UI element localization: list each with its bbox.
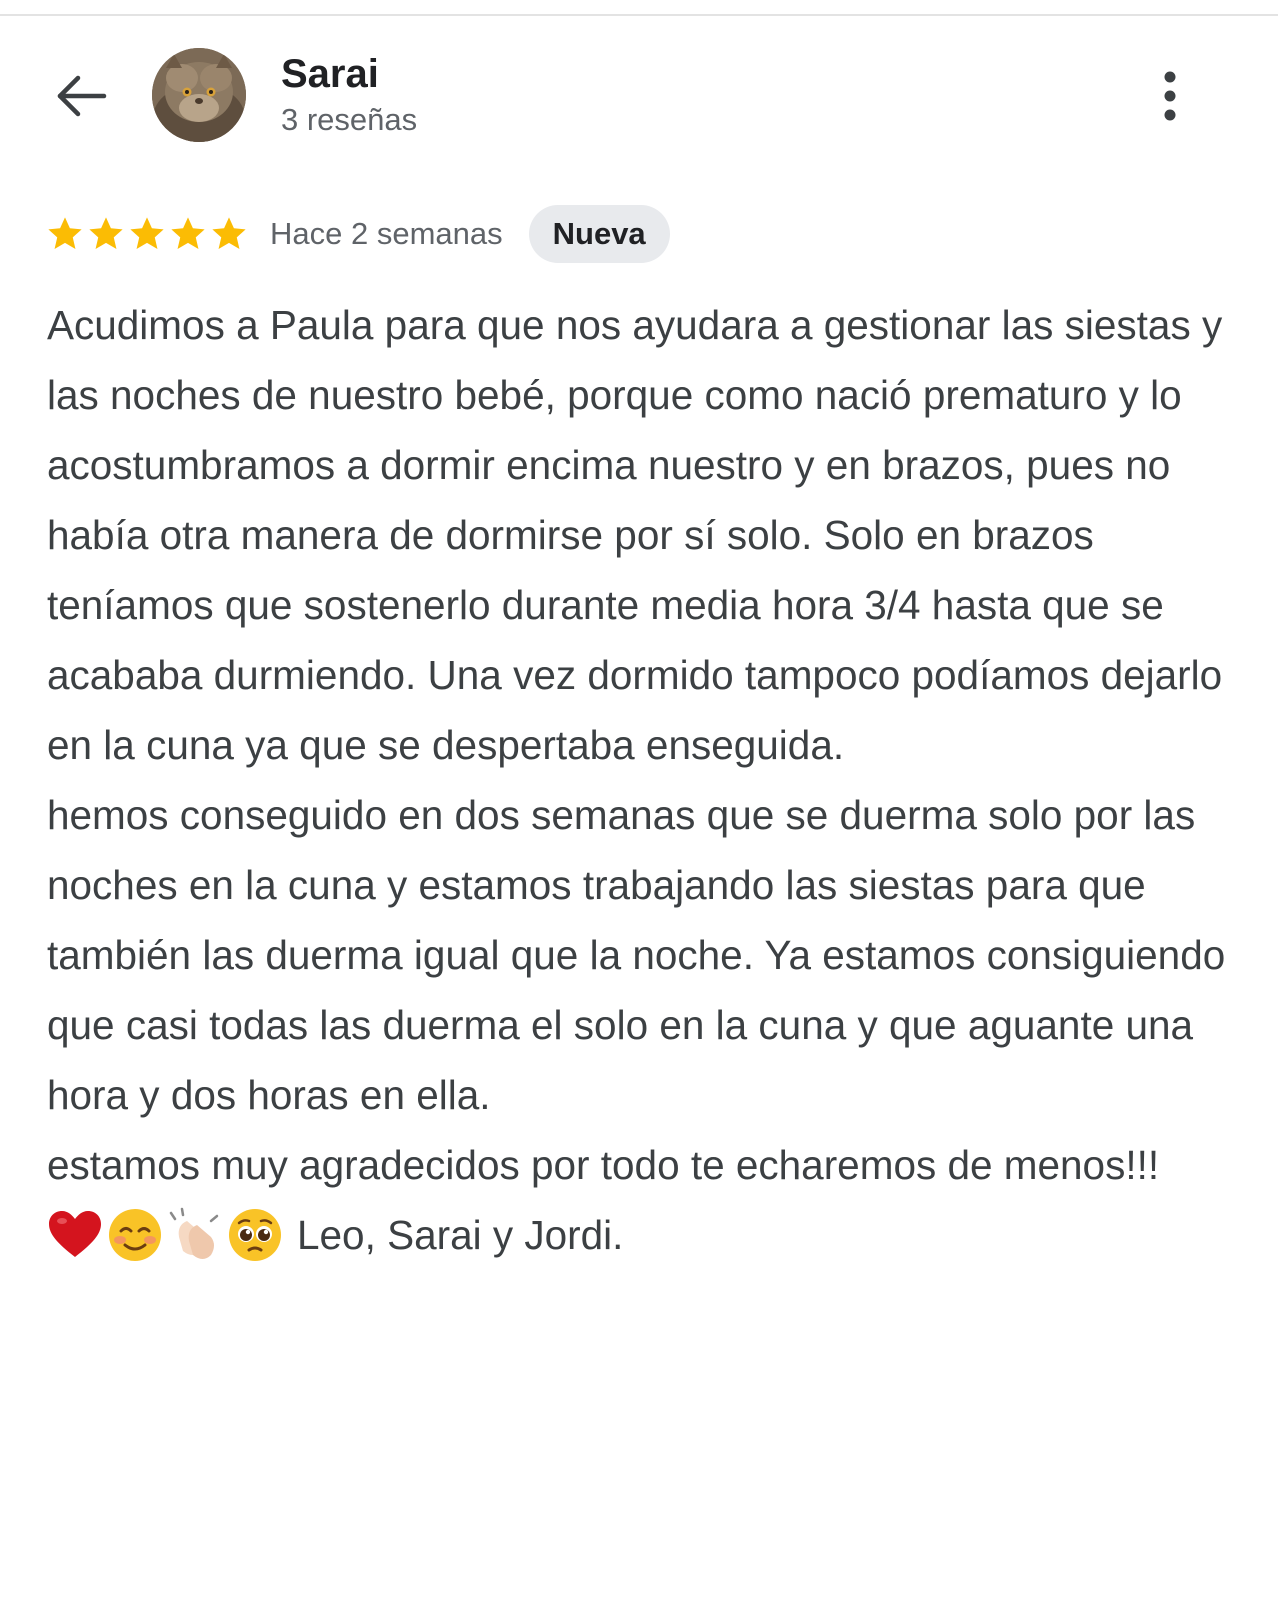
arrow-left-icon [57,75,107,117]
top-divider [0,14,1278,16]
more-options-button[interactable] [1150,68,1194,124]
star-rating [46,215,248,253]
review-date: Hace 2 semanas [270,216,503,251]
clapping-hands-icon [167,1207,223,1263]
review-signature: Leo, Sarai y Jordi. [297,1212,624,1258]
review-paragraph: Acudimos a Paula para que nos ayudara a … [47,302,1223,768]
more-vertical-icon [1164,71,1176,121]
star-icon [171,217,205,250]
review-paragraph: estamos muy agradecidos por todo te echa… [47,1142,1160,1188]
new-badge: Nueva [528,205,670,263]
star-icon [48,217,82,250]
reviewer-review-count[interactable]: 3 reseñas [281,100,417,140]
avatar-cat-image [152,48,246,142]
red-heart-icon [47,1207,103,1263]
star-icon [130,217,164,250]
review-paragraph: hemos conseguido en dos semanas que se d… [47,792,1226,1118]
review-meta: Hace 2 semanas Nueva [46,204,670,264]
avatar[interactable] [152,48,246,142]
pleading-face-icon [227,1207,283,1263]
star-icon [89,217,123,250]
reviewer-name[interactable]: Sarai [281,52,379,96]
smiling-face-icon [107,1207,163,1263]
review-signature-line: Leo, Sarai y Jordi. [47,1200,1247,1270]
review-body: Acudimos a Paula para que nos ayudara a … [47,290,1247,1270]
star-icon [212,217,246,250]
reviewer-header: Sarai 3 reseñas [0,44,1278,148]
back-button[interactable] [52,68,112,124]
